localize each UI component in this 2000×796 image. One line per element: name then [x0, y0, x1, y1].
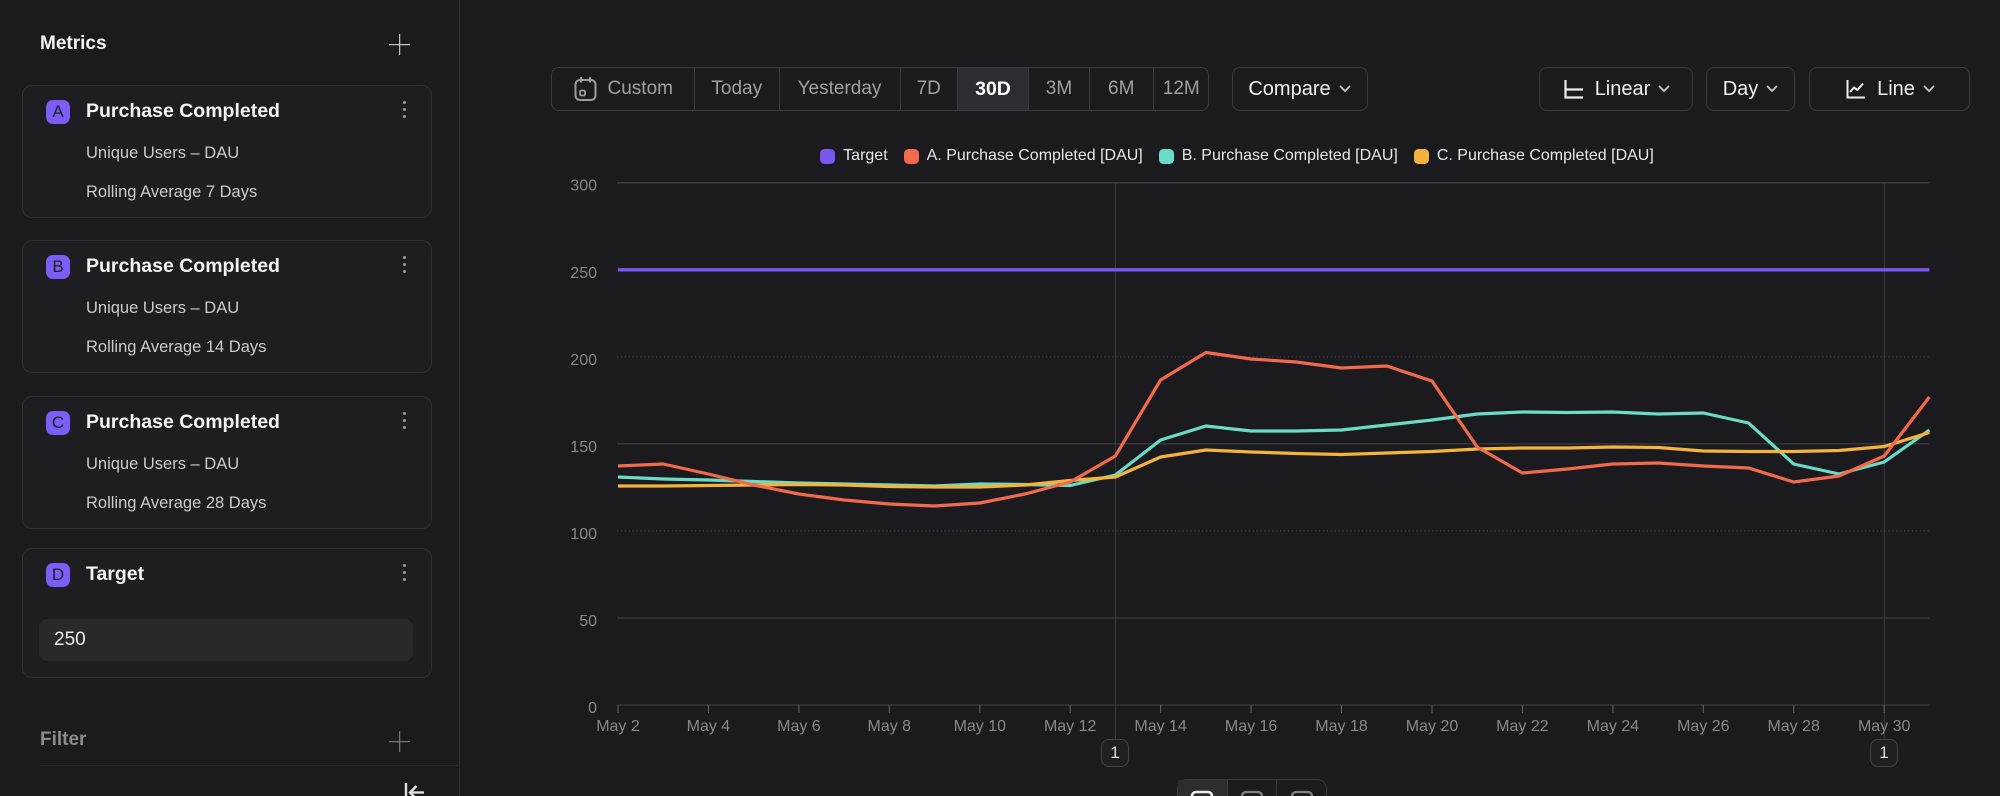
svg-text:200: 200 — [570, 352, 597, 369]
svg-text:May 16: May 16 — [1225, 718, 1278, 735]
svg-text:May 8: May 8 — [868, 718, 912, 735]
svg-text:May 12: May 12 — [1044, 718, 1097, 735]
svg-text:May 18: May 18 — [1315, 718, 1368, 735]
svg-text:300: 300 — [570, 178, 597, 195]
svg-text:100: 100 — [570, 526, 597, 543]
svg-text:0: 0 — [588, 700, 597, 717]
svg-text:May 28: May 28 — [1767, 718, 1820, 735]
svg-text:May 30: May 30 — [1858, 718, 1911, 735]
svg-text:May 14: May 14 — [1134, 718, 1187, 735]
svg-text:May 2: May 2 — [596, 718, 640, 735]
svg-text:May 20: May 20 — [1406, 718, 1459, 735]
svg-text:150: 150 — [570, 439, 597, 456]
svg-text:May 4: May 4 — [687, 718, 731, 735]
svg-text:May 24: May 24 — [1587, 718, 1640, 735]
svg-text:50: 50 — [579, 613, 597, 630]
svg-text:May 26: May 26 — [1677, 718, 1730, 735]
svg-text:May 22: May 22 — [1496, 718, 1549, 735]
svg-text:May 6: May 6 — [777, 718, 821, 735]
svg-text:May 10: May 10 — [954, 718, 1007, 735]
svg-text:250: 250 — [570, 265, 597, 282]
